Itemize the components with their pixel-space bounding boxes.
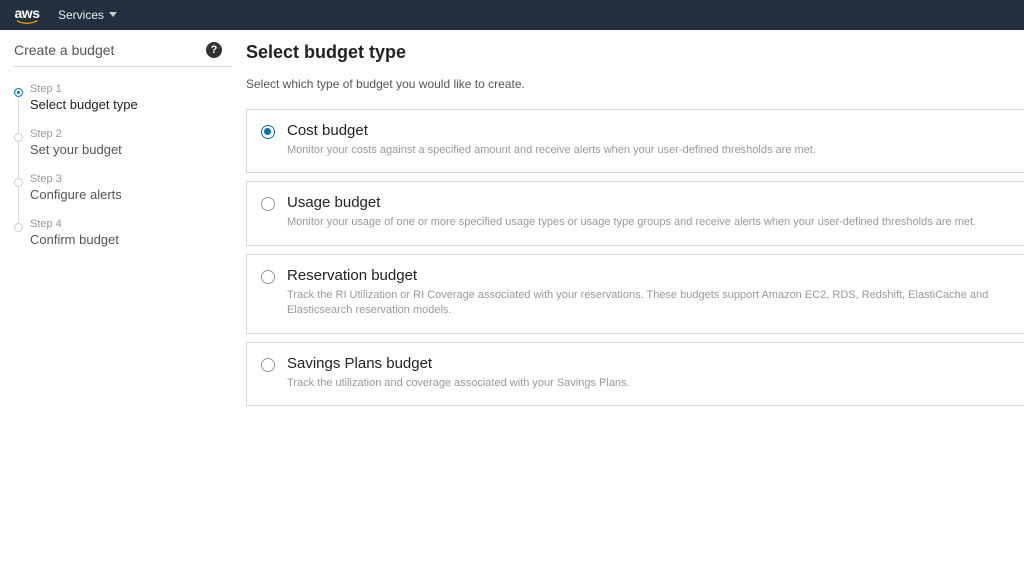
top-navigation-bar: aws Services (0, 0, 1024, 30)
step-number: Step 4 (30, 218, 232, 230)
option-title: Usage budget (287, 194, 1010, 211)
wizard-step-1[interactable]: Step 1 Select budget type (14, 83, 232, 128)
option-title: Reservation budget (287, 267, 1010, 284)
budget-type-options: Cost budget Monitor your costs against a… (246, 109, 1024, 406)
main-layout: Create a budget ? Step 1 Select budget t… (0, 30, 1024, 414)
option-title: Cost budget (287, 122, 1010, 139)
main-content: Select budget type Select which type of … (232, 30, 1024, 414)
step-label: Configure alerts (30, 187, 232, 202)
option-body: Cost budget Monitor your costs against a… (287, 122, 1010, 158)
sidebar-header: Create a budget ? (14, 42, 232, 67)
wizard-sidebar: Create a budget ? Step 1 Select budget t… (0, 30, 232, 414)
radio-icon (261, 270, 275, 284)
aws-logo[interactable]: aws (14, 6, 40, 25)
radio-icon (261, 358, 275, 372)
sidebar-title: Create a budget (14, 42, 114, 58)
option-body: Reservation budget Track the RI Utilizat… (287, 267, 1010, 319)
option-title: Savings Plans budget (287, 355, 1010, 372)
option-description: Track the utilization and coverage assoc… (287, 376, 1010, 391)
aws-smile-icon (14, 20, 40, 25)
page-title: Select budget type (246, 42, 1024, 63)
wizard-steps-list: Step 1 Select budget type Step 2 Set you… (14, 83, 232, 263)
option-description: Monitor your costs against a specified a… (287, 143, 1010, 158)
step-label: Confirm budget (30, 232, 232, 247)
services-label: Services (58, 8, 104, 22)
wizard-step-3[interactable]: Step 3 Configure alerts (14, 173, 232, 218)
step-number: Step 1 (30, 83, 232, 95)
option-description: Monitor your usage of one or more specif… (287, 215, 1010, 230)
help-icon[interactable]: ? (206, 42, 222, 58)
option-description: Track the RI Utilization or RI Coverage … (287, 288, 1010, 319)
radio-icon (261, 197, 275, 211)
wizard-step-2[interactable]: Step 2 Set your budget (14, 128, 232, 173)
chevron-down-icon (109, 12, 117, 18)
option-savings-plans-budget[interactable]: Savings Plans budget Track the utilizati… (246, 342, 1024, 406)
step-label: Select budget type (30, 97, 232, 112)
step-label: Set your budget (30, 142, 232, 157)
wizard-step-4[interactable]: Step 4 Confirm budget (14, 218, 232, 263)
aws-logo-text: aws (15, 6, 40, 20)
step-number: Step 3 (30, 173, 232, 185)
option-body: Savings Plans budget Track the utilizati… (287, 355, 1010, 391)
option-body: Usage budget Monitor your usage of one o… (287, 194, 1010, 230)
option-cost-budget[interactable]: Cost budget Monitor your costs against a… (246, 109, 1024, 173)
services-dropdown-button[interactable]: Services (58, 8, 117, 22)
page-subtitle: Select which type of budget you would li… (246, 77, 1024, 91)
option-usage-budget[interactable]: Usage budget Monitor your usage of one o… (246, 181, 1024, 245)
option-reservation-budget[interactable]: Reservation budget Track the RI Utilizat… (246, 254, 1024, 334)
radio-icon (261, 125, 275, 139)
step-number: Step 2 (30, 128, 232, 140)
